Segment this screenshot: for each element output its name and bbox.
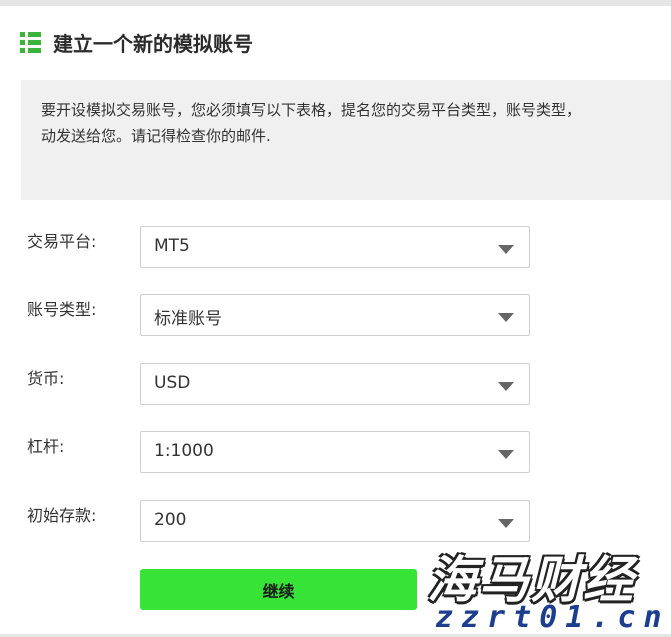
- leverage-value: 1:1000: [154, 441, 214, 461]
- chevron-down-icon: [498, 519, 514, 528]
- currency-row: 货币: USD: [0, 363, 671, 407]
- platform-row: 交易平台: MT5: [0, 226, 671, 270]
- chevron-down-icon: [498, 313, 514, 322]
- leverage-row: 杠杆: 1:1000: [0, 431, 671, 475]
- deposit-value: 200: [154, 510, 187, 530]
- page-title: 建立一个新的模拟账号: [53, 31, 253, 56]
- notice-line-2: 动发送给您。请记得检查你的邮件.: [41, 127, 271, 145]
- currency-label: 货币:: [27, 369, 65, 388]
- notice-box: 要开设模拟交易账号，您必须填写以下表格，提名您的交易平台类型，账号类型， 动发送…: [21, 80, 671, 200]
- platform-value: MT5: [154, 236, 190, 256]
- account-type-select[interactable]: 标准账号: [140, 294, 530, 336]
- leverage-select[interactable]: 1:1000: [140, 431, 530, 473]
- watermark-title: 海马财经: [427, 551, 635, 609]
- chevron-down-icon: [498, 382, 514, 391]
- top-border: [0, 0, 671, 6]
- notice-line-1: 要开设模拟交易账号，您必须填写以下表格，提名您的交易平台类型，账号类型，: [41, 101, 582, 119]
- account-type-row: 账号类型: 标准账号: [0, 294, 671, 338]
- chevron-down-icon: [498, 245, 514, 254]
- watermark: 海马财经 zzrt01.cn: [425, 540, 671, 637]
- platform-label: 交易平台:: [27, 232, 97, 251]
- chevron-down-icon: [498, 450, 514, 459]
- deposit-label: 初始存款:: [27, 506, 97, 525]
- continue-button[interactable]: 继续: [140, 569, 417, 610]
- deposit-select[interactable]: 200: [140, 500, 530, 542]
- list-icon: [20, 31, 41, 53]
- account-type-value: 标准账号: [154, 309, 222, 329]
- page: 建立一个新的模拟账号 要开设模拟交易账号，您必须填写以下表格，提名您的交易平台类…: [0, 0, 671, 637]
- deposit-row: 初始存款: 200: [0, 500, 671, 544]
- account-type-label: 账号类型:: [27, 300, 97, 319]
- section-header: 建立一个新的模拟账号: [20, 28, 253, 56]
- currency-value: USD: [154, 373, 191, 393]
- currency-select[interactable]: USD: [140, 363, 530, 405]
- platform-select[interactable]: MT5: [140, 226, 530, 268]
- watermark-url: zzrt01.cn: [435, 600, 670, 635]
- leverage-label: 杠杆:: [27, 437, 65, 456]
